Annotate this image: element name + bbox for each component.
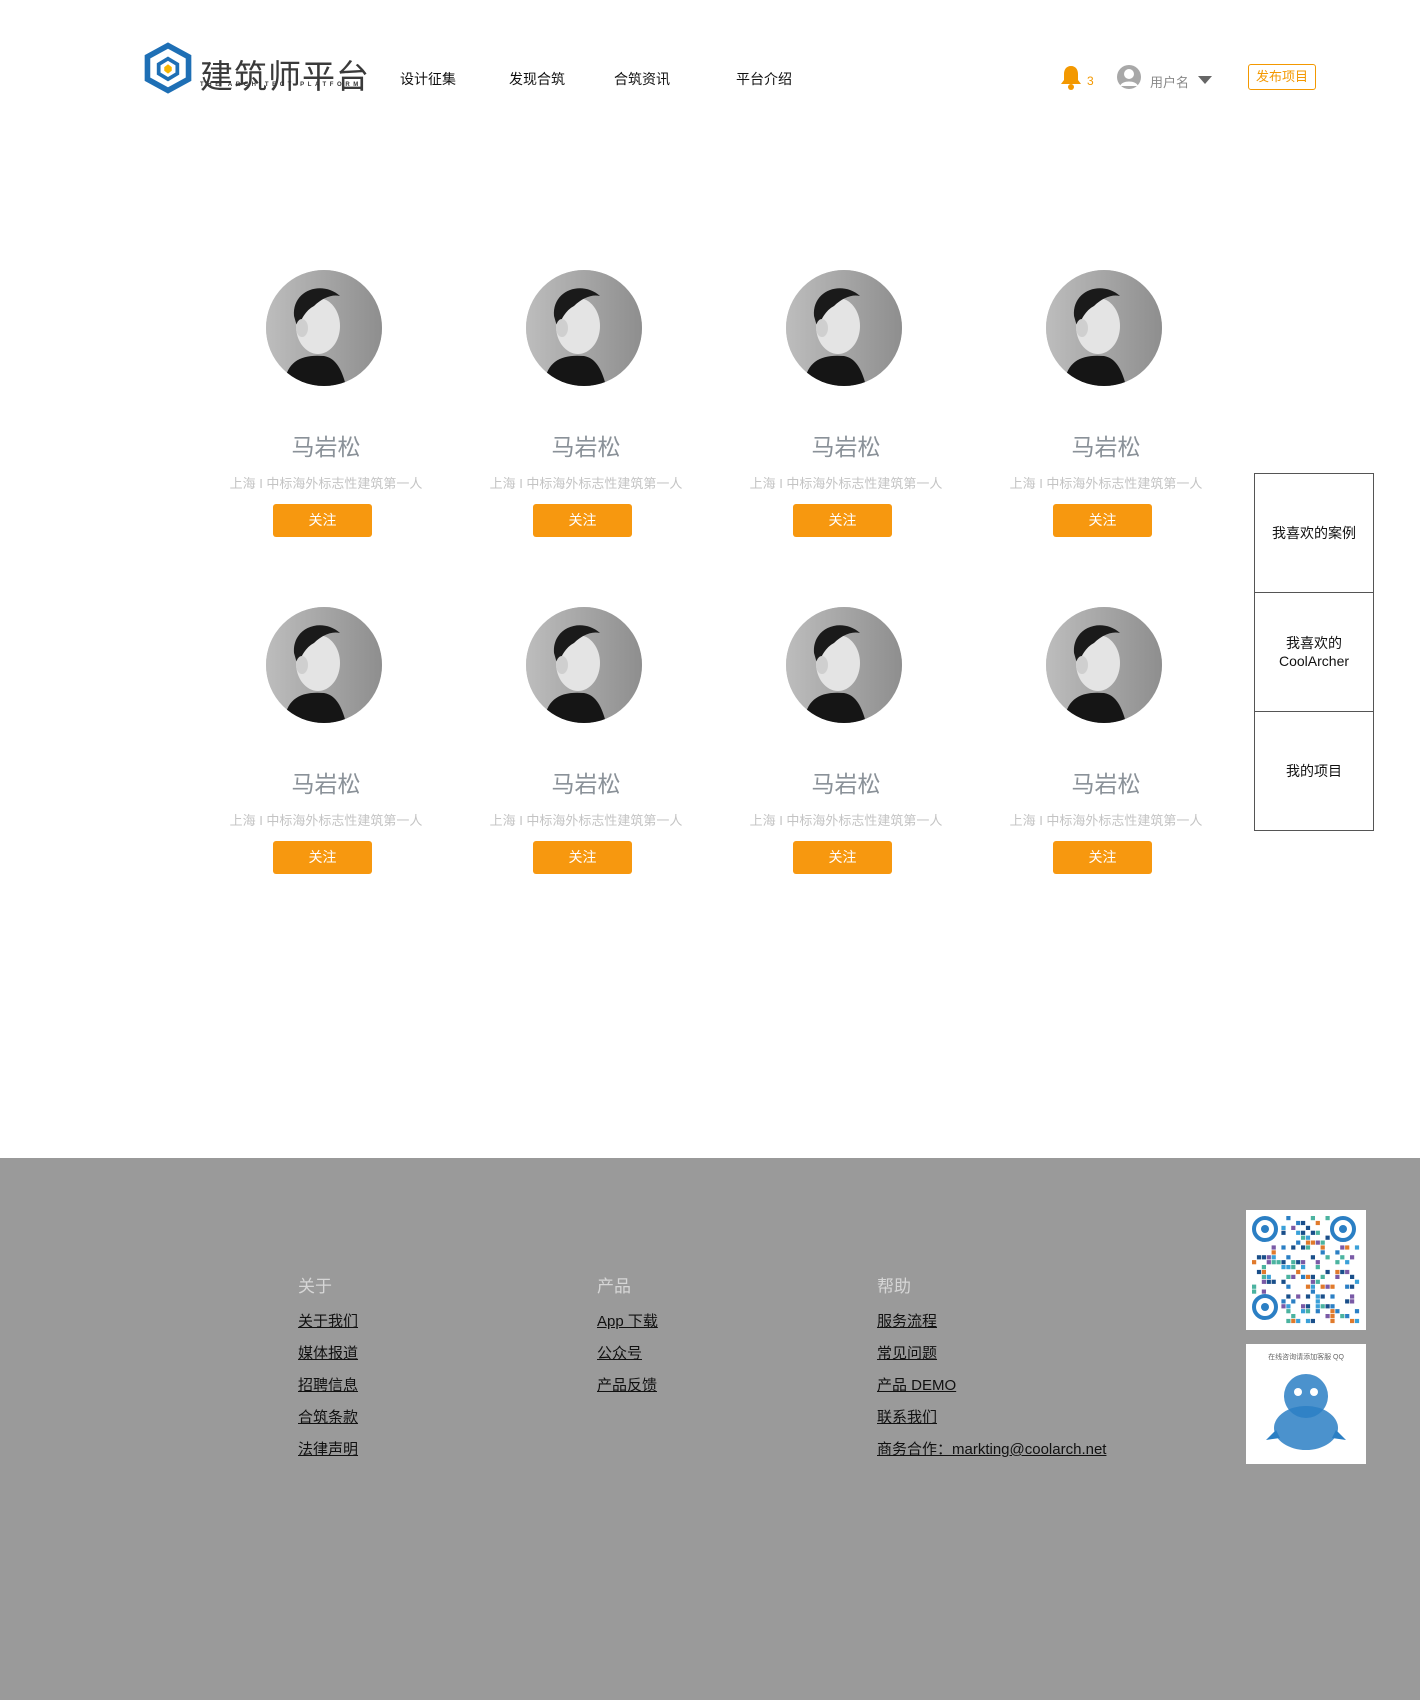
footer-link-faq[interactable]: 常见问题 xyxy=(877,1343,1106,1364)
portrait-image xyxy=(526,607,642,723)
liked-coolarcher-link[interactable]: 我喜欢的 CoolArcher xyxy=(1254,592,1374,712)
nav-platform-intro[interactable]: 平台介绍 xyxy=(736,69,792,89)
architect-name[interactable]: 马岩松 xyxy=(474,428,698,462)
architect-card: 马岩松 上海 I 中标海外标志性建筑第一人 关注 xyxy=(734,607,954,887)
architect-photo[interactable] xyxy=(266,270,382,386)
side-panel: 我喜欢的案例 我喜欢的 CoolArcher 我的项目 xyxy=(1254,473,1374,831)
footer-link-about-us[interactable]: 关于我们 xyxy=(298,1311,358,1332)
footer-link-legal[interactable]: 法律声明 xyxy=(298,1439,358,1460)
architect-photo[interactable] xyxy=(526,270,642,386)
architect-card: 马岩松 上海 I 中标海外标志性建筑第一人 关注 xyxy=(474,270,694,550)
footer-about-column: 关于 关于我们 媒体报道 招聘信息 合筑条款 法律声明 xyxy=(298,1272,358,1471)
architect-photo[interactable] xyxy=(1046,607,1162,723)
architect-photo[interactable] xyxy=(786,270,902,386)
architect-description: 上海 I 中标海外标志性建筑第一人 xyxy=(749,476,943,491)
follow-button[interactable]: 关注 xyxy=(793,504,892,537)
follow-button[interactable]: 关注 xyxy=(1053,504,1152,537)
logo-icon[interactable] xyxy=(140,40,196,96)
portrait-image xyxy=(1046,607,1162,723)
architect-description: 上海 I 中标海外标志性建筑第一人 xyxy=(229,813,423,828)
footer-link-feedback[interactable]: 产品反馈 xyxy=(597,1375,658,1396)
footer-product-column: 产品 App 下载 公众号 产品反馈 xyxy=(597,1272,658,1407)
footer: 关于 关于我们 媒体报道 招聘信息 合筑条款 法律声明 产品 App 下载 公众… xyxy=(0,1158,1420,1700)
top-header: 建筑师平台 THE ARCHITECT PLATFORM 设计征集 发现合筑 合… xyxy=(0,0,1420,160)
footer-link-jobs[interactable]: 招聘信息 xyxy=(298,1375,358,1396)
architect-name[interactable]: 马岩松 xyxy=(734,428,958,462)
footer-link-app-download[interactable]: App 下载 xyxy=(597,1311,658,1332)
footer-link-wechat[interactable]: 公众号 xyxy=(597,1343,658,1364)
username-label[interactable]: 用户名 xyxy=(1150,72,1189,91)
follow-button[interactable]: 关注 xyxy=(273,504,372,537)
architect-name[interactable]: 马岩松 xyxy=(994,765,1218,799)
footer-link-contact[interactable]: 联系我们 xyxy=(877,1407,1106,1428)
portrait-image xyxy=(526,270,642,386)
footer-link-business[interactable]: 商务合作：markting@coolarch.net xyxy=(877,1439,1106,1460)
architect-name[interactable]: 马岩松 xyxy=(474,765,698,799)
follow-button[interactable]: 关注 xyxy=(273,841,372,874)
publish-project-button[interactable]: 发布项目 xyxy=(1248,64,1316,90)
architect-card: 马岩松 上海 I 中标海外标志性建筑第一人 关注 xyxy=(214,270,434,550)
architect-name[interactable]: 马岩松 xyxy=(734,765,958,799)
nav-news[interactable]: 合筑资讯 xyxy=(614,69,670,89)
chevron-down-icon[interactable] xyxy=(1198,76,1212,84)
footer-link-media[interactable]: 媒体报道 xyxy=(298,1343,358,1364)
architect-description: 上海 I 中标海外标志性建筑第一人 xyxy=(489,476,683,491)
wechat-qr-code xyxy=(1246,1210,1366,1330)
architect-name[interactable]: 马岩松 xyxy=(214,428,438,462)
footer-help-column: 帮助 服务流程 常见问题 产品 DEMO 联系我们 商务合作：markting@… xyxy=(877,1272,1106,1471)
footer-link-terms[interactable]: 合筑条款 xyxy=(298,1407,358,1428)
architect-card: 马岩松 上海 I 中标海外标志性建筑第一人 关注 xyxy=(734,270,954,550)
footer-product-title: 产品 xyxy=(597,1277,631,1296)
portrait-image xyxy=(786,607,902,723)
architect-card: 马岩松 上海 I 中标海外标志性建筑第一人 关注 xyxy=(214,607,434,887)
liked-cases-link[interactable]: 我喜欢的案例 xyxy=(1254,473,1374,593)
architect-description: 上海 I 中标海外标志性建筑第一人 xyxy=(1009,813,1203,828)
portrait-image xyxy=(266,270,382,386)
architect-photo[interactable] xyxy=(1046,270,1162,386)
architect-card: 马岩松 上海 I 中标海外标志性建筑第一人 关注 xyxy=(994,270,1214,550)
follow-button[interactable]: 关注 xyxy=(533,504,632,537)
architect-description: 上海 I 中标海外标志性建筑第一人 xyxy=(229,476,423,491)
architect-photo[interactable] xyxy=(786,607,902,723)
bell-icon[interactable] xyxy=(1060,64,1082,90)
penguin-qr-icon xyxy=(1266,1374,1346,1450)
qq-qr-code: 在线咨询请添加客服 QQ xyxy=(1246,1344,1366,1464)
architect-photo[interactable] xyxy=(526,607,642,723)
my-projects-link[interactable]: 我的项目 xyxy=(1254,711,1374,831)
follow-button[interactable]: 关注 xyxy=(793,841,892,874)
footer-link-process[interactable]: 服务流程 xyxy=(877,1311,1106,1332)
notification-count: 3 xyxy=(1087,74,1094,88)
qr-code-icon xyxy=(1252,1216,1360,1324)
nav-discover[interactable]: 发现合筑 xyxy=(509,69,565,89)
architect-name[interactable]: 马岩松 xyxy=(214,765,438,799)
architect-card: 马岩松 上海 I 中标海外标志性建筑第一人 关注 xyxy=(994,607,1214,887)
follow-button[interactable]: 关注 xyxy=(533,841,632,874)
logo-wordmark: 建筑师平台 xyxy=(200,57,370,96)
architect-description: 上海 I 中标海外标志性建筑第一人 xyxy=(749,813,943,828)
nav-design-call[interactable]: 设计征集 xyxy=(400,69,456,89)
footer-help-title: 帮助 xyxy=(877,1277,911,1296)
architect-description: 上海 I 中标海外标志性建筑第一人 xyxy=(489,813,683,828)
logo-tagline: THE ARCHITECT PLATFORM xyxy=(200,82,362,88)
architect-description: 上海 I 中标海外标志性建筑第一人 xyxy=(1009,476,1203,491)
footer-link-demo[interactable]: 产品 DEMO xyxy=(877,1375,1106,1396)
architect-name[interactable]: 马岩松 xyxy=(994,428,1218,462)
follow-button[interactable]: 关注 xyxy=(1053,841,1152,874)
architect-card: 马岩松 上海 I 中标海外标志性建筑第一人 关注 xyxy=(474,607,694,887)
footer-about-title: 关于 xyxy=(298,1277,332,1296)
portrait-image xyxy=(1046,270,1162,386)
portrait-image xyxy=(786,270,902,386)
architect-photo[interactable] xyxy=(266,607,382,723)
user-avatar-icon[interactable] xyxy=(1116,64,1142,90)
portrait-image xyxy=(266,607,382,723)
